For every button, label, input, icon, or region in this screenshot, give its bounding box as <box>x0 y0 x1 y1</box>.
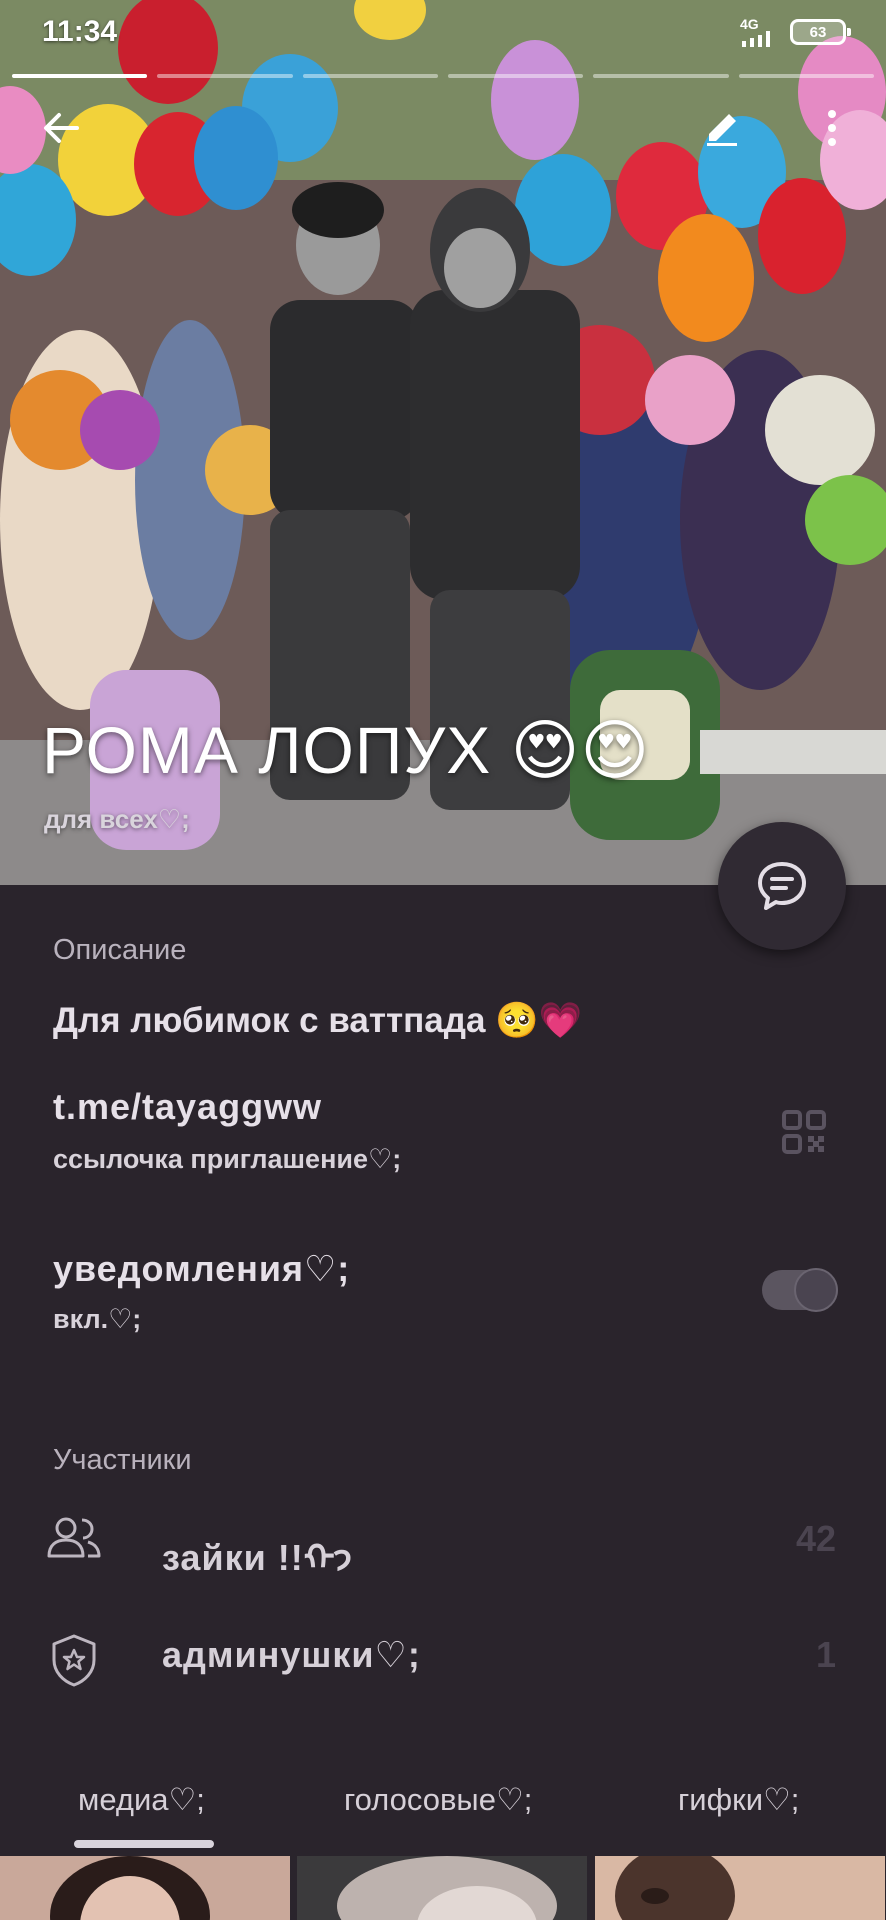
edit-button[interactable] <box>694 100 750 156</box>
qr-code-icon <box>782 1110 826 1154</box>
toggle-knob <box>794 1268 838 1312</box>
people-icon <box>46 1516 102 1565</box>
tab-media[interactable]: медиа♡; <box>78 1782 205 1818</box>
media-thumbnail[interactable] <box>297 1856 588 1920</box>
member-row-label: зайки !!ᡣ𐭩 <box>162 1537 354 1578</box>
member-row-admins[interactable]: админушки♡; 1 <box>0 1612 886 1702</box>
description-label: Описание <box>53 934 187 966</box>
tab-voice[interactable]: голосовые♡; <box>344 1782 532 1818</box>
status-icons: 4G 63 <box>740 17 851 47</box>
progress-segment <box>447 74 584 78</box>
status-bar: 11:34 4G 63 <box>0 0 886 64</box>
signal-icon: 4G <box>740 17 776 47</box>
battery-level: 63 <box>809 23 827 41</box>
member-row-count: 1 <box>815 1634 836 1675</box>
shield-star-icon <box>46 1632 102 1693</box>
description-text: Для любимок с ваттпада 🥺💗 <box>53 1001 583 1040</box>
progress-segment <box>157 74 293 78</box>
story-progress <box>12 74 874 78</box>
members-label: Участники <box>53 1444 192 1476</box>
progress-segment <box>302 74 438 78</box>
member-row-count: 42 <box>795 1518 836 1559</box>
open-chat-button[interactable] <box>718 822 846 950</box>
notifications-state: вкл.♡; <box>53 1304 142 1334</box>
media-thumbnail[interactable] <box>594 1856 886 1920</box>
status-time: 11:34 <box>42 15 118 48</box>
progress-segment <box>738 74 874 78</box>
active-tab-indicator <box>74 1840 214 1848</box>
network-type: 4G <box>740 16 759 32</box>
chat-title: РОМА ЛОПУХ 😍😍 <box>42 713 651 787</box>
chat-bubble-icon <box>758 862 806 910</box>
notifications-title: уведомления♡; <box>53 1248 351 1289</box>
more-button[interactable] <box>804 100 860 156</box>
progress-segment <box>593 74 729 78</box>
invite-link-caption: ссылочка приглашение♡; <box>53 1144 402 1174</box>
notifications-toggle[interactable] <box>762 1268 838 1312</box>
media-tabs: медиа♡; голосовые♡; гифки♡; <box>0 1770 886 1840</box>
battery-icon: 63 <box>790 19 851 45</box>
arrow-left-icon <box>44 113 79 143</box>
chat-cover-image: 11:34 4G 63 РОМА ЛОПУХ 😍😍 для всех♡; <box>0 0 886 885</box>
media-thumbnail[interactable] <box>0 1856 291 1920</box>
media-grid <box>0 1856 886 1920</box>
member-row-label: админушки♡; <box>162 1634 421 1675</box>
back-button[interactable] <box>32 100 88 156</box>
pencil-icon <box>707 114 737 146</box>
chat-subtitle: для всех♡; <box>44 804 190 834</box>
qr-code-button[interactable] <box>782 1110 826 1159</box>
tab-gifs[interactable]: гифки♡; <box>678 1782 799 1818</box>
invite-link[interactable]: t.me/tayaggww <box>53 1086 322 1128</box>
more-vertical-icon <box>828 110 836 146</box>
progress-segment <box>12 74 148 78</box>
member-row-all[interactable]: зайки !!ᡣ𐭩 42 <box>0 1496 886 1586</box>
